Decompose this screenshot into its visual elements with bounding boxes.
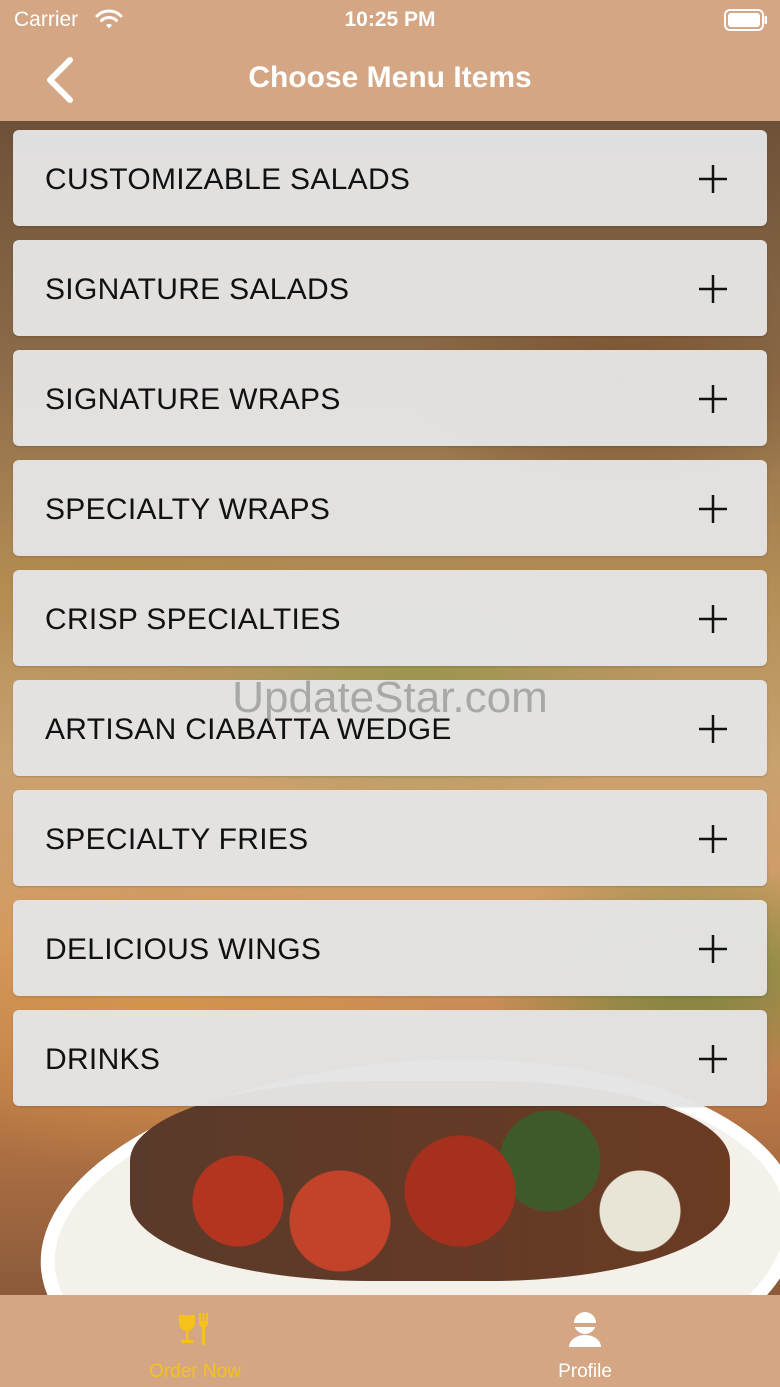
plus-icon <box>699 715 727 743</box>
plus-icon <box>699 605 727 633</box>
status-time: 10:25 PM <box>344 8 436 31</box>
menu-item-specialty-wraps[interactable]: SPECIALTY WRAPS <box>13 460 767 556</box>
menu-item-specialty-fries[interactable]: SPECIALTY FRIES <box>13 790 767 886</box>
plus-icon <box>699 935 727 963</box>
menu-item-label: SIGNATURE WRAPS <box>45 383 341 416</box>
menu-item-label: DRINKS <box>45 1043 161 1076</box>
menu-item-label: ARTISAN CIABATTA WEDGE <box>45 713 452 746</box>
menu-item-crisp-specialties[interactable]: CRISP SPECIALTIES <box>13 570 767 666</box>
order-icon <box>179 1313 209 1345</box>
tab-label: Order Now <box>149 1361 241 1382</box>
tab-profile[interactable]: Profile <box>390 1295 780 1387</box>
menu-item-label: SIGNATURE SALADS <box>45 273 350 306</box>
page-title: Choose Menu Items <box>248 61 532 94</box>
plus-icon <box>699 275 727 303</box>
profile-icon <box>569 1312 601 1347</box>
menu-item-label: DELICIOUS WINGS <box>45 933 322 966</box>
menu-item-label: SPECIALTY WRAPS <box>45 493 331 526</box>
plus-icon <box>699 495 727 523</box>
menu-item-drinks[interactable]: DRINKS <box>13 1010 767 1106</box>
menu-item-delicious-wings[interactable]: DELICIOUS WINGS <box>13 900 767 996</box>
battery-icon <box>724 9 767 31</box>
tab-label: Profile <box>558 1361 612 1382</box>
menu-item-label: SPECIALTY FRIES <box>45 823 309 856</box>
navigation-bar: Choose Menu Items <box>0 40 780 121</box>
tab-order-now[interactable]: Order Now <box>0 1295 390 1387</box>
plus-icon <box>699 1045 727 1073</box>
menu-item-artisan-ciabatta-wedge[interactable]: ARTISAN CIABATTA WEDGE <box>13 680 767 776</box>
plus-icon <box>699 825 727 853</box>
menu-item-signature-salads[interactable]: SIGNATURE SALADS <box>13 240 767 336</box>
menu-item-customizable-salads[interactable]: CUSTOMIZABLE SALADS <box>13 130 767 226</box>
menu-item-label: CRISP SPECIALTIES <box>45 603 341 636</box>
plus-icon <box>699 385 727 413</box>
plus-icon <box>699 165 727 193</box>
tab-bar: Order Now Profile <box>0 1295 780 1387</box>
menu-item-signature-wraps[interactable]: SIGNATURE WRAPS <box>13 350 767 446</box>
menu-item-label: CUSTOMIZABLE SALADS <box>45 163 411 196</box>
menu-category-list: CUSTOMIZABLE SALADS SIGNATURE SALADS SIG… <box>13 130 767 1120</box>
status-bar: Carrier 10:25 PM <box>0 0 780 40</box>
